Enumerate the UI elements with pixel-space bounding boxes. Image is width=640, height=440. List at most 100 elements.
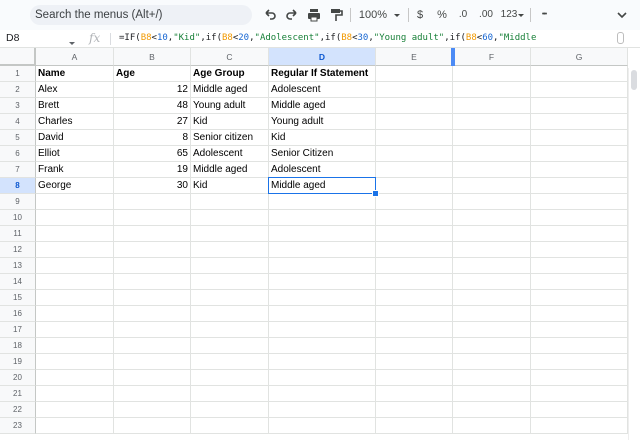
cell-b1[interactable]: Age — [114, 66, 191, 82]
cell-b23[interactable] — [114, 418, 191, 434]
cell-g20[interactable] — [531, 370, 628, 386]
cell-a13[interactable] — [36, 258, 114, 274]
cell-g4[interactable] — [531, 114, 628, 130]
expand-formula-bar-icon[interactable] — [617, 32, 624, 44]
row-header-20[interactable]: 20 — [0, 370, 36, 386]
cell-a19[interactable] — [36, 354, 114, 370]
cell-c17[interactable] — [191, 322, 269, 338]
cell-g11[interactable] — [531, 226, 628, 242]
name-box[interactable]: D8 — [6, 30, 19, 47]
cell-g10[interactable] — [531, 210, 628, 226]
more-options-button[interactable]: ••• — [536, 7, 552, 23]
row-header-23[interactable]: 23 — [0, 418, 36, 434]
cell-d20[interactable] — [269, 370, 376, 386]
cell-f2[interactable] — [453, 82, 531, 98]
fill-handle[interactable] — [372, 190, 379, 197]
cell-a17[interactable] — [36, 322, 114, 338]
cell-e13[interactable] — [376, 258, 453, 274]
currency-format-button[interactable]: $ — [414, 7, 426, 23]
cell-g15[interactable] — [531, 290, 628, 306]
percent-format-button[interactable]: % — [436, 7, 448, 23]
menu-search-input[interactable]: Search the menus (Alt+/) — [30, 5, 252, 25]
cell-e12[interactable] — [376, 242, 453, 258]
collapse-toolbar-icon[interactable] — [614, 7, 630, 23]
zoom-select[interactable]: 100% — [358, 7, 388, 23]
formula-input[interactable]: =IF(B8<10,"Kid",if(B8<20,"Adolescent",if… — [119, 30, 536, 47]
cell-c5[interactable]: Senior citizen — [191, 130, 269, 146]
cell-c19[interactable] — [191, 354, 269, 370]
row-header-8[interactable]: 8 — [0, 178, 36, 194]
cell-c10[interactable] — [191, 210, 269, 226]
cell-f4[interactable] — [453, 114, 531, 130]
paint-format-icon[interactable] — [328, 7, 344, 23]
cell-b14[interactable] — [114, 274, 191, 290]
cell-e2[interactable] — [376, 82, 453, 98]
column-header-a[interactable]: A — [36, 48, 114, 66]
cell-f8[interactable] — [453, 178, 531, 194]
cell-e19[interactable] — [376, 354, 453, 370]
column-header-b[interactable]: B — [114, 48, 191, 66]
cell-f12[interactable] — [453, 242, 531, 258]
cell-d9[interactable] — [269, 194, 376, 210]
cell-e15[interactable] — [376, 290, 453, 306]
spreadsheet-grid[interactable]: A B C D E F G 1 Name Age Age Group Regular If State… — [0, 48, 640, 440]
cell-f20[interactable] — [453, 370, 531, 386]
cell-b16[interactable] — [114, 306, 191, 322]
cell-e23[interactable] — [376, 418, 453, 434]
cell-c22[interactable] — [191, 402, 269, 418]
cell-c15[interactable] — [191, 290, 269, 306]
row-header-12[interactable]: 12 — [0, 242, 36, 258]
cell-g8[interactable] — [531, 178, 628, 194]
cell-a20[interactable] — [36, 370, 114, 386]
cell-g14[interactable] — [531, 274, 628, 290]
cell-c8[interactable]: Kid — [191, 178, 269, 194]
row-header-14[interactable]: 14 — [0, 274, 36, 290]
cell-g2[interactable] — [531, 82, 628, 98]
cell-c14[interactable] — [191, 274, 269, 290]
cell-f10[interactable] — [453, 210, 531, 226]
column-header-c[interactable]: C — [191, 48, 269, 66]
increase-decimal-button[interactable]: .00 — [476, 7, 496, 23]
cell-d6[interactable]: Senior Citizen — [269, 146, 376, 162]
cell-b4[interactable]: 27 — [114, 114, 191, 130]
cell-a6[interactable]: Elliot — [36, 146, 114, 162]
row-header-11[interactable]: 11 — [0, 226, 36, 242]
cell-f16[interactable] — [453, 306, 531, 322]
cell-b5[interactable]: 8 — [114, 130, 191, 146]
cell-a15[interactable] — [36, 290, 114, 306]
select-all-corner[interactable] — [0, 48, 36, 66]
cell-e11[interactable] — [376, 226, 453, 242]
cell-g21[interactable] — [531, 386, 628, 402]
row-header-6[interactable]: 6 — [0, 146, 36, 162]
cell-c12[interactable] — [191, 242, 269, 258]
row-header-7[interactable]: 7 — [0, 162, 36, 178]
cell-a5[interactable]: David — [36, 130, 114, 146]
cell-f1[interactable] — [453, 66, 531, 82]
cell-f9[interactable] — [453, 194, 531, 210]
cell-d18[interactable] — [269, 338, 376, 354]
cell-g16[interactable] — [531, 306, 628, 322]
cell-b20[interactable] — [114, 370, 191, 386]
cell-a11[interactable] — [36, 226, 114, 242]
cell-d12[interactable] — [269, 242, 376, 258]
cell-d13[interactable] — [269, 258, 376, 274]
cell-e3[interactable] — [376, 98, 453, 114]
column-header-g[interactable]: G — [531, 48, 628, 66]
number-format-dropdown-icon[interactable] — [517, 7, 525, 23]
cell-e8[interactable] — [376, 178, 453, 194]
cell-b10[interactable] — [114, 210, 191, 226]
cell-g12[interactable] — [531, 242, 628, 258]
cell-e17[interactable] — [376, 322, 453, 338]
cell-e22[interactable] — [376, 402, 453, 418]
row-header-13[interactable]: 13 — [0, 258, 36, 274]
cell-c9[interactable] — [191, 194, 269, 210]
cell-b11[interactable] — [114, 226, 191, 242]
decrease-decimal-button[interactable]: .0 — [455, 7, 471, 23]
cell-e18[interactable] — [376, 338, 453, 354]
cell-g18[interactable] — [531, 338, 628, 354]
row-header-1[interactable]: 1 — [0, 66, 36, 82]
zoom-dropdown-icon[interactable] — [392, 7, 402, 23]
row-header-9[interactable]: 9 — [0, 194, 36, 210]
cell-a4[interactable]: Charles — [36, 114, 114, 130]
column-header-e[interactable]: E — [376, 48, 453, 66]
